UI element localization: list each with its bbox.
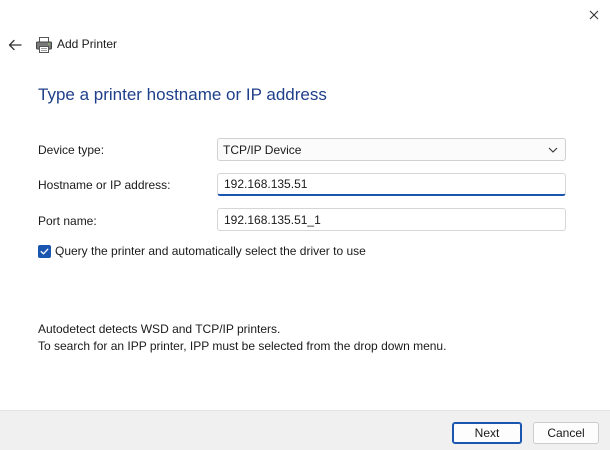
device-type-label: Device type: xyxy=(38,143,105,157)
device-type-value: TCP/IP Device xyxy=(223,142,302,157)
header: Add Printer xyxy=(0,34,300,56)
back-arrow-icon xyxy=(8,39,22,51)
hostname-label: Hostname or IP address: xyxy=(38,178,171,192)
chevron-down-icon xyxy=(548,147,558,153)
window-title: Add Printer xyxy=(57,37,118,51)
next-button[interactable]: Next xyxy=(452,422,522,444)
close-button[interactable] xyxy=(578,0,610,30)
port-name-input[interactable] xyxy=(217,208,566,231)
hostname-input[interactable] xyxy=(217,173,566,196)
add-printer-window: Add Printer Type a printer hostname or I… xyxy=(0,0,610,450)
footer-bar: Next Cancel xyxy=(0,410,610,450)
query-printer-checkbox[interactable] xyxy=(38,244,51,258)
info-line-1: Autodetect detects WSD and TCP/IP printe… xyxy=(38,322,281,336)
query-printer-label[interactable]: Query the printer and automatically sele… xyxy=(55,244,366,258)
device-type-select[interactable]: TCP/IP Device xyxy=(217,138,566,161)
query-printer-option[interactable]: Query the printer and automatically sele… xyxy=(38,243,366,259)
cancel-button[interactable]: Cancel xyxy=(533,422,599,444)
checkmark-icon xyxy=(40,248,49,254)
port-name-label: Port name: xyxy=(38,214,97,228)
page-title: Type a printer hostname or IP address xyxy=(38,85,327,104)
back-button[interactable] xyxy=(5,34,25,56)
close-icon xyxy=(589,10,599,20)
info-line-2: To search for an IPP printer, IPP must b… xyxy=(38,339,447,353)
printer-icon xyxy=(36,37,52,53)
